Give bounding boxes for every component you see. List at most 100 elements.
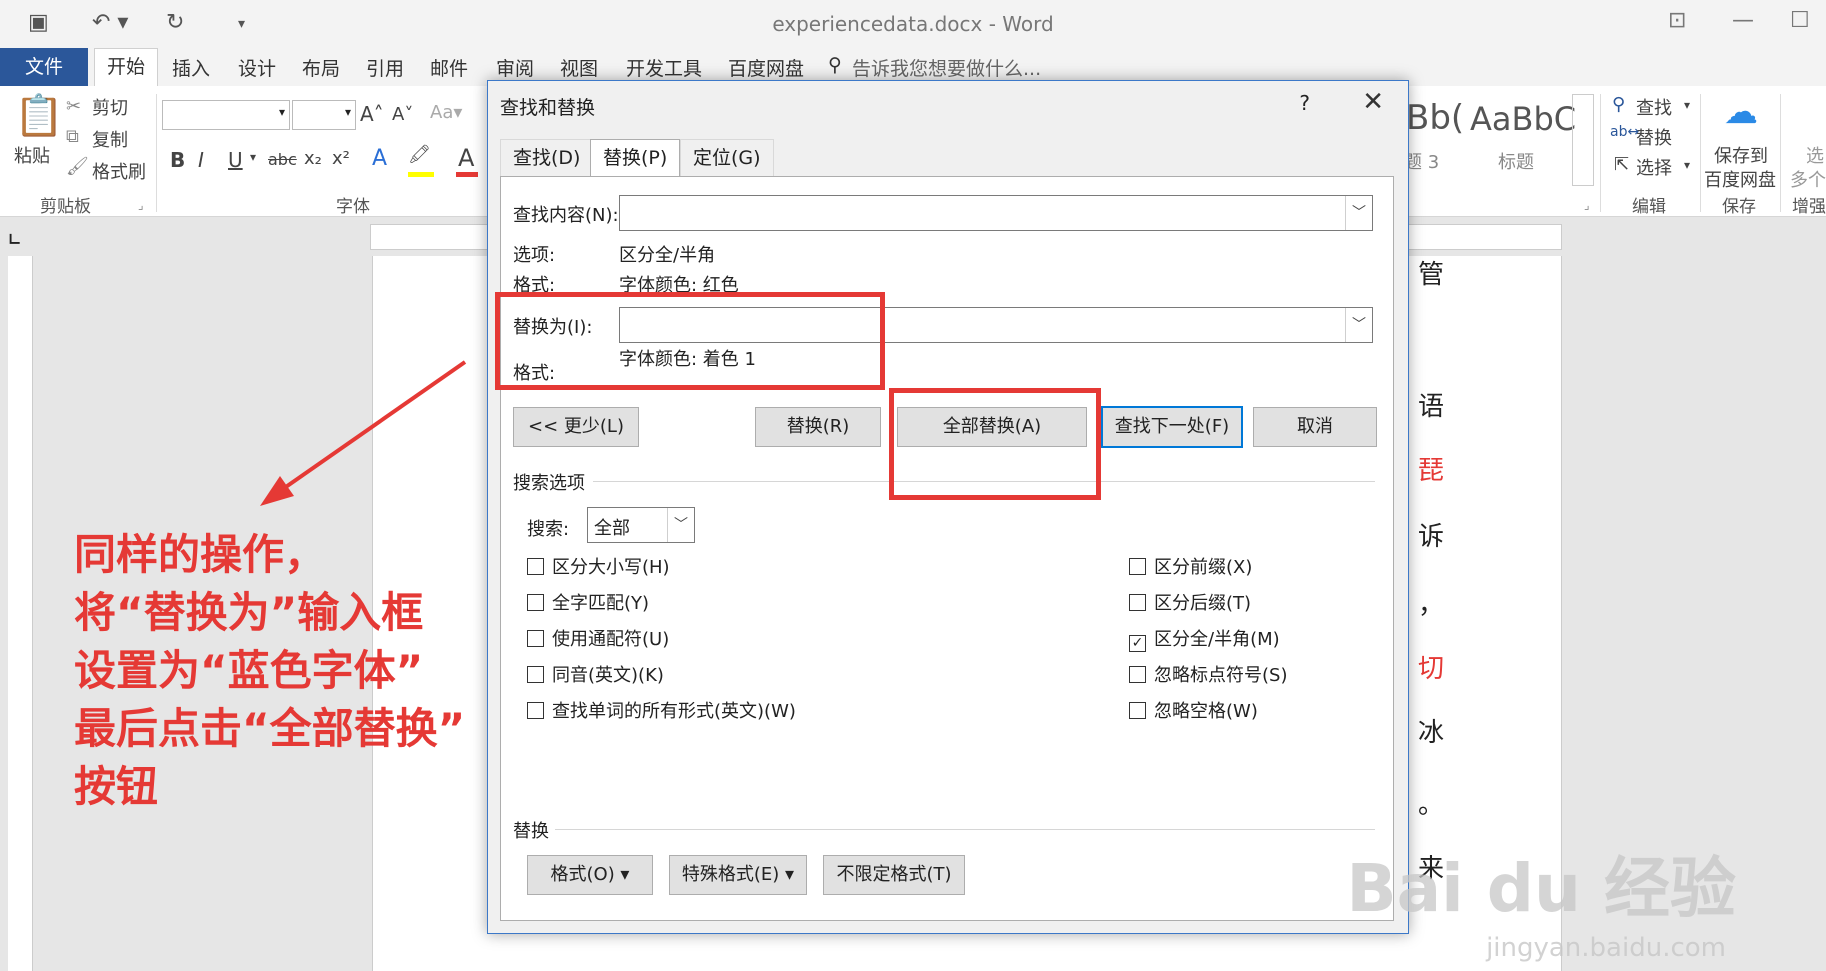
find-next-button[interactable]: 查找下一处(F) <box>1101 406 1243 448</box>
font-name-combo[interactable]: ▾ <box>162 100 290 130</box>
italic-button[interactable]: I <box>198 148 204 172</box>
doc-char: 诉 <box>1418 522 1445 552</box>
underline-dropdown-icon[interactable]: ▾ <box>250 150 256 164</box>
find-dropdown-icon[interactable]: ▾ <box>1684 98 1690 112</box>
tab-replace[interactable]: 替换(P) <box>590 139 681 178</box>
style-bbc-preview[interactable]: Bb( <box>1406 98 1464 138</box>
tab-developer[interactable]: 开发工具 <box>626 54 702 81</box>
select-dropdown-icon[interactable]: ▾ <box>1684 158 1690 172</box>
select-button[interactable]: 选择 <box>1636 154 1672 180</box>
baidu-cloud-icon[interactable]: ☁ <box>1724 92 1758 132</box>
doc-char: 切 <box>1418 654 1445 684</box>
subscript-icon[interactable]: x₂ <box>304 148 322 169</box>
checkmark-icon: ✓ <box>1129 635 1146 652</box>
chevron-down-icon[interactable]: ﹀ <box>667 508 694 542</box>
window-title: experiencedata.docx - Word <box>772 12 1054 36</box>
find-label: 查找内容(N): <box>513 205 619 226</box>
baidu-watermark: Bai du 经验 <box>1346 850 1736 927</box>
style-title-preview[interactable]: AaBbC <box>1470 100 1576 138</box>
tab-mailings[interactable]: 邮件 <box>430 54 468 81</box>
strikethrough-button[interactable]: abc <box>268 150 297 169</box>
annotation-text: 同样的操作， 将“替换为”输入框 设置为“蓝色字体” 最后点击“全部替换” 按钮 <box>74 526 465 816</box>
tab-insert[interactable]: 插入 <box>172 54 210 81</box>
baidu-pan-label[interactable]: 百度网盘 <box>1704 166 1776 192</box>
tab-selector-icon[interactable]: ∟ <box>8 230 21 249</box>
match-prefix-checkbox[interactable]: 区分前缀(X) <box>1129 553 1252 579</box>
styles-launcher-icon[interactable]: ⌟ <box>1584 198 1590 212</box>
more-label-2[interactable]: 多个 <box>1790 166 1826 192</box>
less-button[interactable]: << 更少(L) <box>513 407 639 447</box>
change-case-icon[interactable]: Aa▾ <box>430 102 462 123</box>
minimize-icon[interactable]: — <box>1732 8 1754 33</box>
bold-button[interactable]: B <box>170 148 185 172</box>
maximize-icon[interactable]: ☐ <box>1790 8 1810 33</box>
wildcards-checkbox[interactable]: 使用通配符(U) <box>527 625 669 651</box>
chevron-down-icon[interactable]: ﹀ <box>1345 308 1372 342</box>
tab-layout[interactable]: 布局 <box>302 54 340 81</box>
tab-review[interactable]: 审阅 <box>496 54 534 81</box>
grow-font-icon[interactable]: A˄ <box>360 102 384 126</box>
format-button[interactable]: 格式(O) ▾ <box>527 855 653 895</box>
help-button[interactable]: ? <box>1299 91 1310 115</box>
shrink-font-icon[interactable]: A˅ <box>392 104 413 125</box>
tab-file[interactable]: 文件 <box>0 48 88 86</box>
copy-icon[interactable]: ⧉ <box>66 126 79 147</box>
checkbox-label: 使用通配符(U) <box>552 629 670 650</box>
annotation-line: 最后点击“全部替换” <box>74 704 466 753</box>
tab-goto[interactable]: 定位(G) <box>680 139 774 176</box>
sounds-like-checkbox[interactable]: 同音(英文)(K) <box>527 661 664 687</box>
superscript-icon[interactable]: x² <box>332 148 350 169</box>
cut-button[interactable]: 剪切 <box>92 94 128 120</box>
find-button[interactable]: 查找 <box>1636 94 1672 120</box>
ignore-whitespace-checkbox[interactable]: 忽略空格(W) <box>1129 697 1258 723</box>
divider <box>555 829 1375 830</box>
clipboard-launcher-icon[interactable]: ⌟ <box>138 198 144 212</box>
tab-find[interactable]: 查找(D) <box>500 139 594 176</box>
save-to-label[interactable]: 保存到 <box>1714 142 1768 168</box>
checkbox-label: 区分大小写(H) <box>552 557 670 578</box>
ribbon-display-icon[interactable]: ⊡ <box>1668 8 1686 33</box>
underline-button[interactable]: U <box>228 148 243 172</box>
font-size-combo[interactable]: ▾ <box>292 100 356 130</box>
format-painter-button[interactable]: 格式刷 <box>92 158 146 184</box>
font-group-label: 字体 <box>336 197 370 217</box>
all-word-forms-checkbox[interactable]: 查找单词的所有形式(英文)(W) <box>527 697 796 723</box>
paste-icon[interactable]: 📋 <box>14 92 64 139</box>
style-title-label: 标题 <box>1498 152 1534 173</box>
match-width-checkbox[interactable]: ✓ 区分全/半角(M) <box>1129 625 1280 652</box>
find-input[interactable]: ﹀ <box>619 195 1373 231</box>
tab-references[interactable]: 引用 <box>366 54 404 81</box>
replace-ribbon-button[interactable]: 替换 <box>1636 124 1672 150</box>
replace-button[interactable]: 替换(R) <box>755 407 881 447</box>
tab-home[interactable]: 开始 <box>94 48 159 87</box>
match-case-checkbox[interactable]: 区分大小写(H) <box>527 553 670 579</box>
vertical-ruler[interactable] <box>8 256 33 971</box>
cut-icon[interactable]: ✂ <box>66 96 81 117</box>
chevron-down-icon[interactable]: ﹀ <box>1345 196 1372 230</box>
close-icon[interactable]: ✕ <box>1362 87 1384 117</box>
special-format-button[interactable]: 特殊格式(E) ▾ <box>669 855 807 895</box>
font-color-icon[interactable]: A <box>458 144 474 172</box>
tell-me-box[interactable]: 告诉我您想要做什么... <box>852 54 1041 81</box>
more-label[interactable]: 选 <box>1806 142 1824 168</box>
search-direction-select[interactable]: 全部 ﹀ <box>587 507 695 543</box>
cancel-button[interactable]: 取消 <box>1253 407 1377 447</box>
tab-design[interactable]: 设计 <box>238 54 276 81</box>
tab-baidu-pan[interactable]: 百度网盘 <box>728 54 804 81</box>
no-formatting-button[interactable]: 不限定格式(T) <box>823 855 965 895</box>
text-effects-icon[interactable]: A <box>372 146 387 171</box>
checkbox-label: 同音(英文)(K) <box>552 665 664 686</box>
tab-view[interactable]: 视图 <box>560 54 598 81</box>
save-group-label: 保存 <box>1722 197 1756 217</box>
whole-word-checkbox[interactable]: 全字匹配(Y) <box>527 589 649 615</box>
highlight-icon[interactable]: 🖍 <box>408 144 431 165</box>
match-suffix-checkbox[interactable]: 区分后缀(T) <box>1129 589 1251 615</box>
find-icon: ⚲ <box>1612 94 1626 115</box>
copy-button[interactable]: 复制 <box>92 126 128 152</box>
checkbox-label: 忽略标点符号(S) <box>1154 665 1288 686</box>
ignore-punctuation-checkbox[interactable]: 忽略标点符号(S) <box>1129 661 1287 687</box>
format-painter-icon[interactable]: 🖌 <box>66 156 89 177</box>
styles-scroll[interactable] <box>1572 94 1594 186</box>
checkbox-label: 查找单词的所有形式(英文)(W) <box>552 701 796 722</box>
paste-button[interactable]: 粘贴 <box>14 142 50 168</box>
